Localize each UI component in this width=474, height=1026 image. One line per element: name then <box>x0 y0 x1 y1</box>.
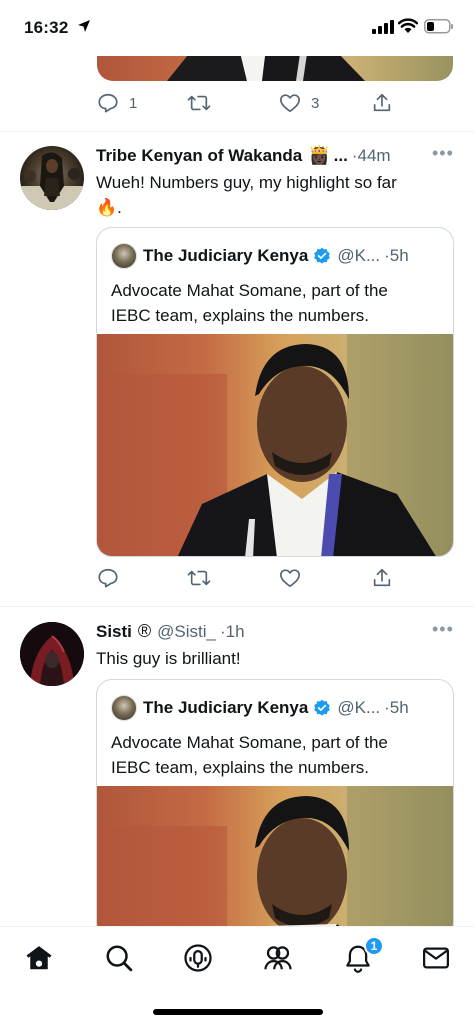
reply-count: 1 <box>129 94 138 112</box>
quoted-handle: @K... <box>337 246 381 265</box>
verified-badge-icon <box>314 699 331 716</box>
author-handle[interactable]: @Sisti_ <box>157 622 216 642</box>
status-time: 16:32 <box>24 18 69 37</box>
share-button[interactable] <box>371 92 393 114</box>
quoted-text-line: IEBC team, explains the numbers. <box>111 306 369 325</box>
more-options-button[interactable]: ••• <box>432 143 454 164</box>
reply-button[interactable] <box>97 567 129 589</box>
reply-icon <box>98 93 118 113</box>
avatar[interactable] <box>20 622 84 686</box>
like-button[interactable]: 3 <box>279 92 319 114</box>
quoted-avatar <box>111 695 137 721</box>
retweet-icon <box>187 570 211 586</box>
quoted-tweet[interactable]: The Judiciary Kenya @K... ·5h Advocate M… <box>96 227 454 557</box>
like-count: 3 <box>311 94 320 112</box>
share-icon <box>373 568 391 587</box>
quoted-text: Advocate Mahat Somane, part of the IEBC … <box>111 278 431 328</box>
tweet-divider <box>0 131 474 132</box>
heart-icon <box>280 569 300 588</box>
reply-icon <box>98 568 118 588</box>
tweet-text-line: Wueh! Numbers guy, my highlight so far <box>96 173 397 192</box>
quoted-time: ·5h <box>384 698 409 717</box>
quoted-photo[interactable] <box>97 334 453 556</box>
wifi-icon <box>398 18 418 33</box>
tweet-text: Wueh! Numbers guy, my highlight so far 🔥… <box>96 170 452 220</box>
quoted-time: ·5h <box>384 246 409 265</box>
previous-tweet-actions: 1 3 <box>97 92 397 118</box>
tweet-text: This guy is brilliant! <box>96 649 241 668</box>
quoted-photo[interactable] <box>97 786 453 938</box>
reply-button[interactable]: 1 <box>97 92 137 114</box>
tweet-text-line: 🔥. <box>96 198 122 217</box>
more-options-button[interactable]: ••• <box>432 619 454 640</box>
tweet-header: Tribe Kenyan of Wakanda 👸🏿 ... ·44m <box>96 145 391 166</box>
cellular-signal-icon <box>372 20 394 34</box>
avatar[interactable] <box>20 146 84 210</box>
tweet-divider <box>0 606 474 607</box>
tweet-time[interactable]: ·44m <box>352 146 391 166</box>
quoted-text-line: IEBC team, explains the numbers. <box>111 758 369 777</box>
status-bar: 16:32 <box>0 0 474 56</box>
quoted-author-name: The Judiciary Kenya <box>143 246 309 265</box>
home-indicator[interactable] <box>153 1009 323 1015</box>
search-icon[interactable] <box>104 943 134 973</box>
home-icon[interactable] <box>24 943 54 973</box>
tweet-actions <box>97 567 397 593</box>
quoted-text: Advocate Mahat Somane, part of the IEBC … <box>111 730 431 780</box>
quoted-tweet-header: The Judiciary Kenya @K... ·5h <box>111 243 409 269</box>
retweet-button[interactable] <box>187 567 221 589</box>
quoted-handle: @K... <box>337 698 381 717</box>
spaces-icon[interactable] <box>183 943 213 973</box>
author-name[interactable]: Sisti <box>96 622 132 642</box>
quoted-tweet[interactable]: The Judiciary Kenya @K... ·5h Advocate M… <box>96 679 454 939</box>
tweet-time[interactable]: ·1h <box>220 622 245 642</box>
name-ellipsis: ... <box>333 145 348 165</box>
quoted-author-name: The Judiciary Kenya <box>143 698 309 717</box>
share-icon <box>373 93 391 112</box>
like-button[interactable] <box>279 567 311 589</box>
quoted-avatar <box>111 243 137 269</box>
quoted-tweet-header: The Judiciary Kenya @K... ·5h <box>111 695 409 721</box>
tweet-header: Sisti ® @Sisti_ ·1h <box>96 621 245 642</box>
communities-icon[interactable] <box>263 943 293 973</box>
share-button[interactable] <box>371 567 393 589</box>
quoted-text-line: Advocate Mahat Somane, part of the <box>111 281 388 300</box>
location-arrow-icon <box>78 20 90 32</box>
registered-mark: ® <box>137 621 152 641</box>
quoted-text-line: Advocate Mahat Somane, part of the <box>111 733 388 752</box>
heart-icon <box>280 94 300 113</box>
retweet-button[interactable] <box>187 92 221 114</box>
crown-emoji: 👸🏿 <box>308 145 331 165</box>
author-name[interactable]: Tribe Kenyan of Wakanda <box>96 146 302 166</box>
messages-icon[interactable] <box>421 943 451 973</box>
notification-badge: 1 <box>364 936 384 956</box>
retweet-icon <box>187 95 211 111</box>
verified-badge-icon <box>314 247 331 264</box>
battery-icon <box>424 19 453 34</box>
